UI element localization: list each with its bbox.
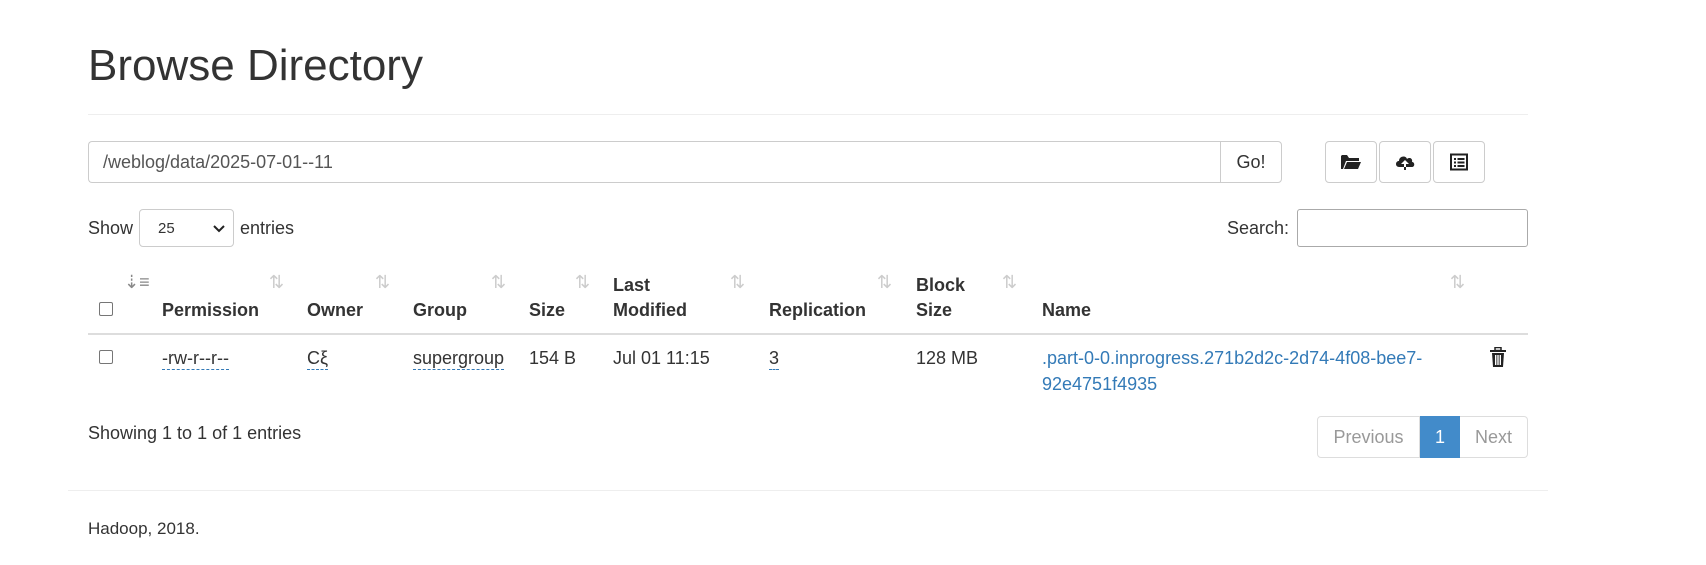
footer-divider [68,490,1548,491]
row-checkbox[interactable] [99,350,113,364]
next-page-button[interactable]: Next [1460,416,1528,458]
table-info: Showing 1 to 1 of 1 entries [88,423,302,443]
pagination: Previous 1 Next [1317,416,1528,458]
select-all-checkbox[interactable] [99,302,113,316]
search-label: Search: [1226,217,1289,238]
cloud-upload-icon [1394,153,1416,171]
chevron-down-icon [213,220,225,237]
sort-icon[interactable]: ⇅ [1002,273,1017,291]
trash-icon [1489,346,1507,372]
column-header-name[interactable]: Name [1042,298,1091,323]
show-label: Show [88,217,134,238]
block-size-line1: Block [916,275,966,295]
sort-icon[interactable]: ⇅ [575,273,590,291]
table-row: -rw-r--r-- Cξ supergroup 154 B Jul 01 11… [88,335,1528,411]
directory-path-input[interactable]: /weblog/data/2025-07-01--11 [88,141,1220,183]
column-header-group[interactable]: Group [413,298,467,323]
column-header-last-modified[interactable]: Last Modified [613,273,687,323]
last-modified-line1: Last [613,275,651,295]
column-header-permission[interactable]: Permission [162,298,259,323]
create-directory-button[interactable] [1325,141,1377,183]
replication-cell[interactable]: 3 [769,345,780,371]
page-title: Browse Directory [88,41,423,90]
last-modified-cell: Jul 01 11:15 [613,348,710,368]
block-size-line2: Size [916,300,953,320]
search-input[interactable] [1297,209,1528,247]
folder-open-icon [1340,153,1362,171]
permission-cell[interactable]: -rw-r--r-- [162,345,229,371]
owner-cell[interactable]: Cξ [307,345,329,371]
column-header-block-size[interactable]: Block Size [916,273,965,323]
group-cell[interactable]: supergroup [413,345,505,371]
table-header: ⇣≡ Permission ⇅ Owner ⇅ Group ⇅ Size ⇅ L… [88,263,1528,335]
column-header-owner[interactable]: Owner [307,298,363,323]
sort-icon[interactable]: ⇅ [375,273,390,291]
sort-icon[interactable]: ⇅ [1450,273,1465,291]
view-list-button[interactable] [1433,141,1485,183]
delete-button[interactable] [1489,346,1507,373]
block-size-cell: 128 MB [916,348,979,368]
path-bar: /weblog/data/2025-07-01--11 Go! [88,141,1282,183]
go-button[interactable]: Go! [1220,141,1282,183]
size-cell: 154 B [529,348,577,368]
file-table: ⇣≡ Permission ⇅ Owner ⇅ Group ⇅ Size ⇅ L… [88,263,1528,411]
sort-icon[interactable]: ⇅ [877,273,892,291]
group-value[interactable]: supergroup [413,348,505,370]
file-name-link[interactable]: .part-0-0.inprogress.271b2d2c-2d74-4f08-… [1042,345,1442,397]
column-header-size[interactable]: Size [529,298,565,323]
column-header-replication[interactable]: Replication [769,298,866,323]
search-control: Search: [1227,209,1528,247]
sort-icon[interactable]: ⇅ [491,273,506,291]
file-name-line2[interactable]: 92e4751f4935 [1042,371,1442,397]
file-name-line1[interactable]: .part-0-0.inprogress.271b2d2c-2d74-4f08-… [1042,345,1442,371]
length-control: Show 25 entries [88,209,294,247]
sort-asc-icon[interactable]: ⇣≡ [124,273,150,291]
title-divider [88,114,1528,115]
sort-icon[interactable]: ⇅ [269,273,284,291]
last-modified-line2: Modified [613,300,687,320]
entries-label: entries [240,217,295,238]
footer-text: Hadoop, 2018. [88,519,200,538]
list-icon [1449,153,1469,171]
upload-button[interactable] [1379,141,1431,183]
replication-value[interactable]: 3 [769,348,780,370]
page: Browse Directory /weblog/data/2025-07-01… [0,0,1706,565]
entries-select-value: 25 [158,219,175,237]
sort-icon[interactable]: ⇅ [730,273,745,291]
permission-value[interactable]: -rw-r--r-- [162,348,229,370]
page-1-button[interactable]: 1 [1420,416,1460,458]
owner-value[interactable]: Cξ [307,348,329,370]
entries-per-page-select[interactable]: 25 [139,209,235,247]
previous-page-button[interactable]: Previous [1317,416,1420,458]
